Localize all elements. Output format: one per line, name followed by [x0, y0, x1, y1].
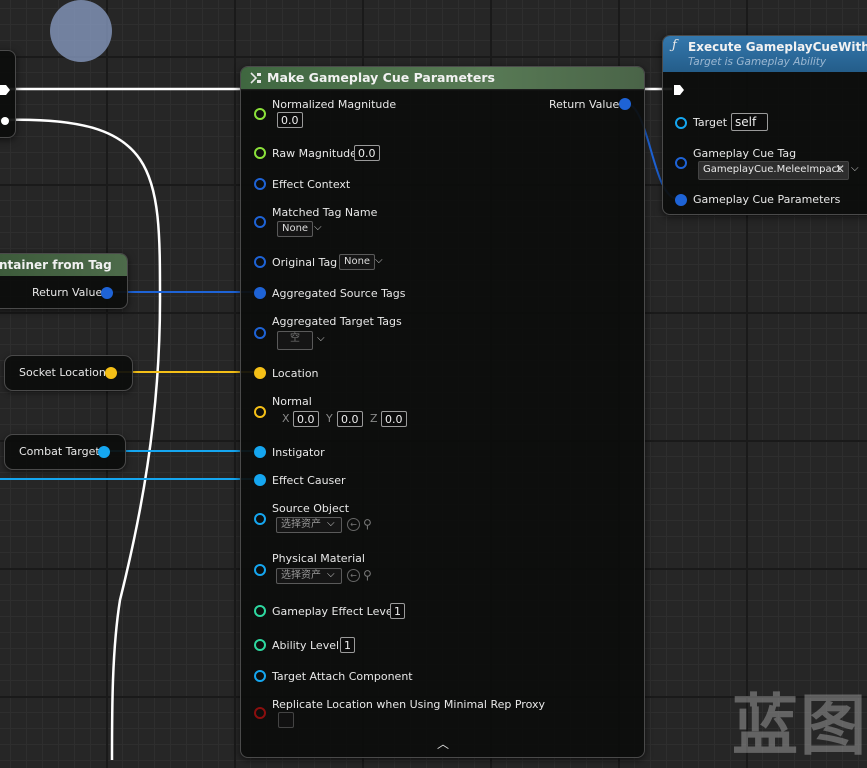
node-header: ƒ Execute GameplayCueWithPara Target is …	[663, 36, 867, 72]
replicate-location-pin[interactable]	[254, 707, 266, 719]
container-from-tag-node[interactable]: ntainer from Tag Return Value	[0, 253, 128, 309]
normal-y-axis-label: Y	[326, 412, 333, 425]
effect-causer-pin[interactable]	[254, 474, 266, 486]
gameplay-cue-tag-value: GameplayCue.MeleeImpact	[703, 164, 842, 175]
chevron-down-icon[interactable]: ⌵	[314, 222, 322, 233]
chevron-down-icon[interactable]: ⌵	[327, 569, 335, 580]
source-object-label: Source Object	[272, 502, 350, 515]
cursor-highlight	[50, 0, 112, 62]
combat-target-node[interactable]: Combat Target	[4, 434, 126, 470]
search-icon[interactable]: ⚲	[363, 517, 372, 531]
raw-magnitude-pin[interactable]	[254, 147, 266, 159]
return-value-pin[interactable]	[619, 98, 631, 110]
gameplay-cue-tag-chip[interactable]: GameplayCue.MeleeImpact ✕	[698, 161, 849, 180]
aggregated-source-tags-pin[interactable]	[254, 287, 266, 299]
collapse-arrow-icon[interactable]: ︿	[437, 735, 449, 752]
node-title: Make Gameplay Cue Parameters	[267, 70, 495, 85]
normal-z-axis-label: Z	[370, 412, 378, 425]
normal-y-input[interactable]: 0.0	[337, 411, 363, 427]
browse-asset-icon[interactable]: ←	[347, 569, 360, 582]
raw-magnitude-input[interactable]: 0.0	[354, 145, 380, 161]
location-pin[interactable]	[254, 367, 266, 379]
return-value-pin[interactable]	[101, 287, 113, 299]
target-attach-component-pin[interactable]	[254, 670, 266, 682]
source-object-pin[interactable]	[254, 513, 266, 525]
instigator-label: Instigator	[272, 446, 325, 459]
normal-x-axis-label: X	[282, 412, 290, 425]
watermark-logo: 蓝图	[732, 687, 867, 764]
exec-out-pin-2[interactable]	[0, 115, 11, 127]
matched-tag-name-pin[interactable]	[254, 216, 266, 228]
target-label: Target	[693, 116, 728, 129]
chevron-down-icon[interactable]: ⌵	[851, 163, 859, 174]
gameplay-cue-tag-label: Gameplay Cue Tag	[693, 147, 797, 160]
replicate-location-label: Replicate Location when Using Minimal Re…	[272, 698, 546, 711]
gameplay-cue-tag-pin[interactable]	[675, 157, 687, 169]
node-title: ntainer from Tag	[0, 258, 112, 272]
aggregated-source-tags-label: Aggregated Source Tags	[272, 287, 406, 300]
socket-location-label: Socket Location	[19, 366, 106, 379]
exec-out-pin[interactable]	[0, 84, 11, 96]
return-value-label: Return Value	[32, 286, 103, 299]
make-gameplay-cue-parameters-node[interactable]: Make Gameplay Cue Parameters Return Valu…	[240, 66, 645, 758]
chevron-down-icon[interactable]: ⌵	[317, 333, 325, 344]
gameplay-effect-level-pin[interactable]	[254, 605, 266, 617]
effect-context-pin[interactable]	[254, 178, 266, 190]
original-tag-dropdown[interactable]: None	[339, 254, 376, 270]
effect-causer-label: Effect Causer	[272, 474, 346, 487]
ability-level-pin[interactable]	[254, 639, 266, 651]
left-partial-node[interactable]	[0, 50, 16, 138]
normalized-magnitude-input[interactable]: 0.0	[277, 112, 303, 128]
location-label: Location	[272, 367, 319, 380]
search-icon[interactable]: ⚲	[363, 568, 372, 582]
return-value-label: Return Value	[549, 98, 620, 111]
aggregated-target-tags-pin[interactable]	[254, 327, 266, 339]
execute-gameplay-cue-node[interactable]: ƒ Execute GameplayCueWithPara Target is …	[662, 35, 867, 215]
ability-level-input[interactable]: 1	[340, 637, 355, 653]
target-attach-component-label: Target Attach Component	[272, 670, 413, 683]
gameplay-cue-parameters-label: Gameplay Cue Parameters	[693, 193, 841, 206]
gameplay-cue-parameters-pin[interactable]	[675, 194, 687, 206]
original-tag-label: Original Tag	[272, 256, 338, 269]
normalized-magnitude-label: Normalized Magnitude	[272, 98, 397, 111]
target-pin[interactable]	[675, 117, 687, 129]
combat-target-pin[interactable]	[98, 446, 110, 458]
node-header: Make Gameplay Cue Parameters	[241, 67, 644, 89]
normal-x-input[interactable]: 0.0	[293, 411, 319, 427]
normal-z-input[interactable]: 0.0	[381, 411, 407, 427]
node-subtitle: Target is Gameplay Ability	[688, 56, 827, 68]
close-icon[interactable]: ✕	[835, 162, 845, 176]
chevron-down-icon[interactable]: ⌵	[375, 255, 383, 266]
function-icon: ƒ	[672, 38, 677, 53]
gameplay-effect-level-label: Gameplay Effect Level	[272, 605, 396, 618]
normal-label: Normal	[272, 395, 312, 408]
normal-pin[interactable]	[254, 406, 266, 418]
combat-target-label: Combat Target	[19, 445, 100, 458]
replicate-location-checkbox[interactable]	[278, 712, 294, 728]
target-input[interactable]: self	[731, 113, 768, 131]
node-title: Execute GameplayCueWithPara	[688, 40, 867, 54]
chevron-down-icon[interactable]: ⌵	[327, 518, 335, 529]
original-tag-pin[interactable]	[254, 256, 266, 268]
instigator-pin[interactable]	[254, 446, 266, 458]
matched-tag-name-dropdown[interactable]: None	[277, 221, 314, 237]
effect-context-label: Effect Context	[272, 178, 351, 191]
physical-material-pin[interactable]	[254, 564, 266, 576]
normalized-magnitude-pin[interactable]	[254, 108, 266, 120]
exec-in-pin[interactable]	[673, 84, 685, 96]
aggregated-target-tags-dropdown[interactable]: 空	[277, 331, 313, 350]
gameplay-effect-level-input[interactable]: 1	[390, 603, 405, 619]
matched-tag-name-label: Matched Tag Name	[272, 206, 378, 219]
ability-level-label: Ability Level	[272, 639, 340, 652]
socket-location-pin[interactable]	[105, 367, 117, 379]
make-struct-icon	[250, 72, 261, 84]
raw-magnitude-label: Raw Magnitude	[272, 147, 357, 160]
socket-location-node[interactable]: Socket Location	[4, 355, 133, 391]
browse-asset-icon[interactable]: ←	[347, 518, 360, 531]
physical-material-label: Physical Material	[272, 552, 365, 565]
node-header: ntainer from Tag	[0, 254, 127, 276]
aggregated-target-tags-label: Aggregated Target Tags	[272, 315, 402, 328]
